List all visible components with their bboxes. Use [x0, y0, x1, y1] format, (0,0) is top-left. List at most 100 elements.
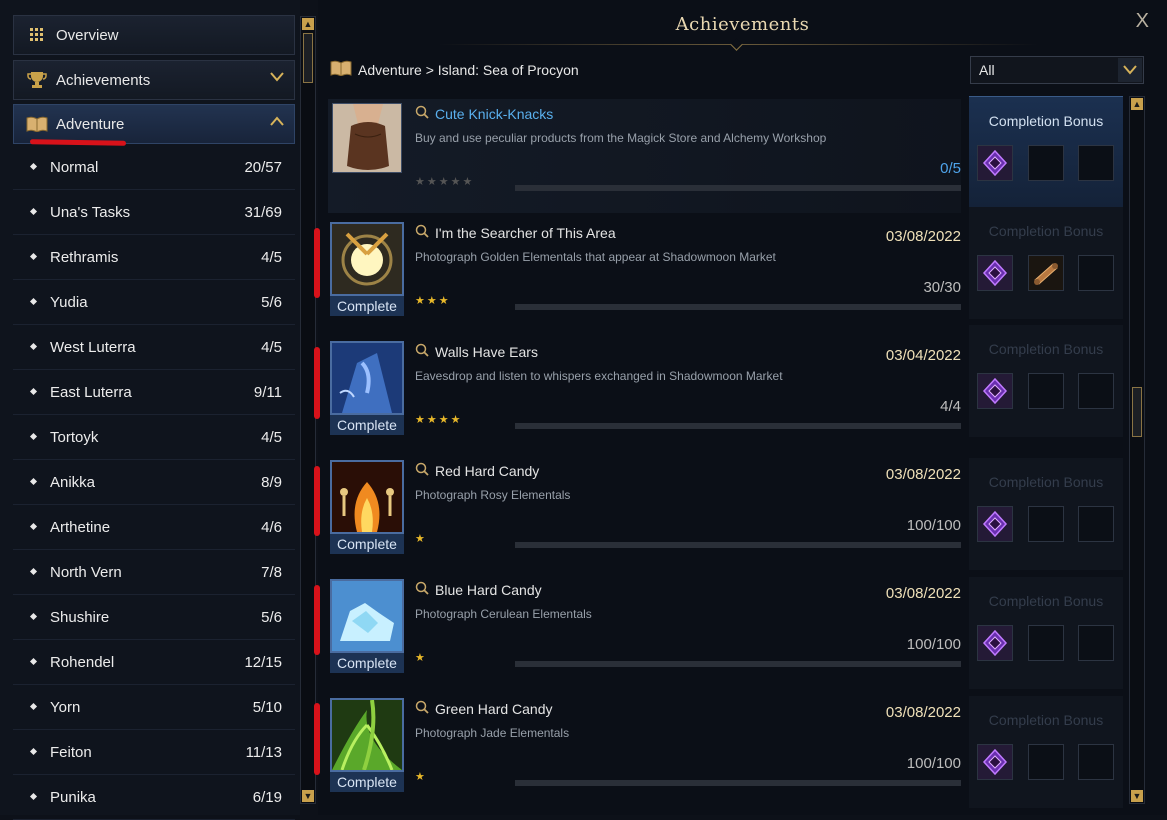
category-count: 12/15: [244, 653, 282, 671]
magnifier-icon[interactable]: [415, 224, 429, 241]
complete-badge: Complete: [330, 772, 404, 792]
achievement-name: Cute Knick-Knacks: [435, 105, 554, 122]
reward-slot[interactable]: [1078, 625, 1114, 661]
progress-bar: [515, 542, 961, 548]
category-list: Normal 20/57 Una's Tasks 31/69 Rethramis 4/5 Y…: [13, 145, 295, 820]
category-count: 4/5: [261, 248, 282, 266]
achievement-description: Photograph Cerulean Elementals: [415, 607, 592, 621]
book-icon: [330, 60, 352, 79]
achievement-title: Blue Hard Candy: [415, 581, 542, 598]
nav-achievements[interactable]: Achievements: [13, 60, 295, 100]
reward-slot[interactable]: [977, 506, 1013, 542]
reward-slot[interactable]: [977, 255, 1013, 291]
category-item[interactable]: Yudia 5/6: [13, 280, 295, 325]
magnifier-icon[interactable]: [415, 462, 429, 479]
completion-bonus-label: Completion Bonus: [988, 712, 1104, 728]
category-item[interactable]: Shushire 5/6: [13, 595, 295, 640]
progress-bar: [515, 185, 961, 191]
scroll-up-arrow-icon[interactable]: ▲: [1131, 98, 1143, 110]
magnifier-icon[interactable]: [415, 700, 429, 717]
list-scrollbar[interactable]: ▲ ▼: [1129, 96, 1145, 804]
scroll-down-arrow-icon[interactable]: ▼: [1131, 790, 1143, 802]
reward-slot[interactable]: [1028, 625, 1064, 661]
achievement-title: Cute Knick-Knacks: [415, 105, 553, 122]
reward-slot[interactable]: [1078, 506, 1114, 542]
reward-slot[interactable]: [1028, 744, 1064, 780]
category-name: Rohendel: [50, 653, 115, 671]
completion-bonus-label: Completion Bonus: [988, 593, 1104, 609]
scroll-icon: [1029, 256, 1063, 295]
category-count: 9/11: [253, 383, 282, 401]
magnifier-icon[interactable]: [415, 105, 429, 122]
category-item[interactable]: Rethramis 4/5: [13, 235, 295, 280]
achievement-description: Photograph Golden Elementals that appear…: [415, 250, 776, 264]
magnifier-icon[interactable]: [415, 343, 429, 360]
achievement-row[interactable]: Complete Green Hard Candy Photograph Jade …: [328, 694, 961, 808]
sidebar-scroll-thumb[interactable]: [303, 33, 313, 83]
complete-badge: Complete: [330, 534, 404, 554]
achievement-name: Blue Hard Candy: [435, 581, 542, 598]
category-item[interactable]: Arthetine 4/6: [13, 505, 295, 550]
category-name: Normal: [50, 158, 99, 176]
reward-slot[interactable]: [977, 145, 1013, 181]
achievement-row[interactable]: Complete Walls Have Ears Eavesdrop and lis…: [328, 337, 961, 451]
magnifier-icon[interactable]: [415, 581, 429, 598]
chevron-down-icon: [270, 69, 284, 87]
reward-slot[interactable]: [1028, 255, 1064, 291]
nav-overview[interactable]: Overview: [13, 15, 295, 55]
achievement-row[interactable]: Complete Blue Hard Candy Photograph Cerule…: [328, 575, 961, 689]
list-scroll-thumb[interactable]: [1132, 387, 1142, 437]
achievement-title: Green Hard Candy: [415, 700, 553, 717]
achievement-description: Eavesdrop and listen to whispers exchang…: [415, 369, 783, 383]
grid-icon: [26, 28, 48, 42]
achievement-row[interactable]: Cute Knick-Knacks Buy and use peculiar pr…: [328, 99, 961, 213]
reward-slot[interactable]: [977, 625, 1013, 661]
reward-slot[interactable]: [1028, 145, 1064, 181]
reward-slot[interactable]: [1078, 255, 1114, 291]
reward-slot[interactable]: [1028, 373, 1064, 409]
progress-bar-fill: [515, 661, 961, 667]
category-item[interactable]: Yorn 5/10: [13, 685, 295, 730]
achievement-progress: 30/30: [923, 279, 961, 296]
category-item[interactable]: West Luterra 4/5: [13, 325, 295, 370]
achievement-row[interactable]: Complete I'm the Searcher of This Area Pho…: [328, 218, 961, 332]
category-item[interactable]: Normal 20/57: [13, 145, 295, 190]
progress-bar-fill: [515, 304, 961, 310]
bullet-icon: [29, 567, 38, 576]
progress-bar-fill: [515, 185, 961, 191]
category-item[interactable]: Tortoyk 4/5: [13, 415, 295, 460]
purple-gem-icon: [978, 146, 1012, 185]
category-item[interactable]: North Vern 7/8: [13, 550, 295, 595]
scroll-up-arrow-icon[interactable]: ▲: [302, 18, 314, 30]
category-name: Punika: [50, 788, 96, 806]
reward-slot[interactable]: [1078, 145, 1114, 181]
achievement-image: [330, 698, 404, 772]
category-item[interactable]: Anikka 8/9: [13, 460, 295, 505]
category-item[interactable]: East Luterra 9/11: [13, 370, 295, 415]
category-item[interactable]: Punika 6/19: [13, 775, 295, 820]
difficulty-stars: ★★★★: [415, 413, 462, 426]
achievement-progress: 100/100: [906, 517, 961, 534]
reward-slot[interactable]: [1078, 744, 1114, 780]
category-item[interactable]: Una's Tasks 31/69: [13, 190, 295, 235]
completion-bonus-label: Completion Bonus: [988, 341, 1104, 357]
reward-slot[interactable]: [1028, 506, 1064, 542]
scroll-down-arrow-icon[interactable]: ▼: [302, 790, 314, 802]
category-count: 20/57: [244, 158, 282, 176]
reward-slot[interactable]: [977, 744, 1013, 780]
close-button[interactable]: X: [1136, 10, 1149, 33]
bullet-icon: [29, 342, 38, 351]
achievement-progress: 100/100: [906, 755, 961, 772]
bullet-icon: [29, 387, 38, 396]
chevron-down-icon[interactable]: [1118, 58, 1142, 82]
category-count: 8/9: [261, 473, 282, 491]
reward-slot[interactable]: [977, 373, 1013, 409]
reward-slot[interactable]: [1078, 373, 1114, 409]
category-item[interactable]: Feiton 11/13: [13, 730, 295, 775]
filter-select[interactable]: All: [970, 56, 1144, 84]
achievements-panel: Achievements X Adventure > Island: Sea o…: [314, 0, 1167, 815]
category-item[interactable]: Rohendel 12/15: [13, 640, 295, 685]
nav-adventure[interactable]: Adventure: [13, 104, 295, 144]
achievement-row[interactable]: Complete Red Hard Candy Photograph Rosy El…: [328, 456, 961, 570]
category-count: 5/10: [252, 698, 282, 716]
